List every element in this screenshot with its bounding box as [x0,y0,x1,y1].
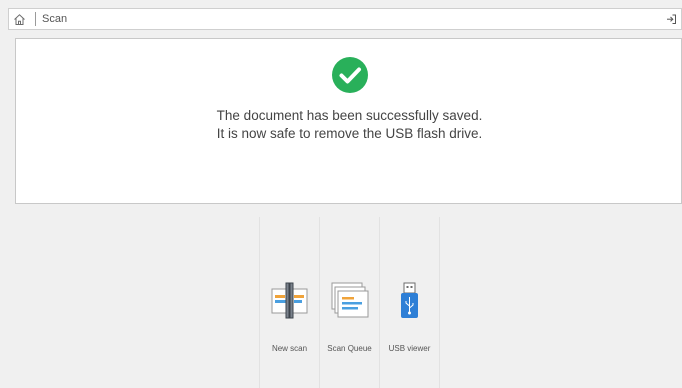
usb-viewer-tile[interactable]: USB viewer [380,217,439,388]
status-message-line-1: The document has been successfully saved… [216,108,483,123]
scan-queue-label: Scan Queue [327,344,372,353]
page-title: Scan [42,13,68,25]
new-scan-icon [271,282,308,319]
title-divider [35,12,36,26]
exit-icon[interactable] [665,13,677,25]
message-panel: The document has been successfully saved… [15,38,682,204]
top-bar: Scan [8,8,682,30]
home-icon[interactable] [13,13,26,26]
action-tiles: New scan Scan Queue USB viewer [0,205,682,388]
new-scan-tile[interactable]: New scan [260,217,319,388]
scan-queue-icon [331,282,369,318]
tile-divider [439,217,440,388]
usb-viewer-label: USB viewer [388,344,431,353]
usb-viewer-icon [401,282,418,318]
new-scan-label: New scan [271,344,308,353]
status-message-line-2: It is now safe to remove the USB flash d… [216,126,483,141]
status-message: The document has been successfully saved… [16,107,682,143]
scan-queue-tile[interactable]: Scan Queue [320,217,379,388]
success-check-icon [332,57,368,93]
